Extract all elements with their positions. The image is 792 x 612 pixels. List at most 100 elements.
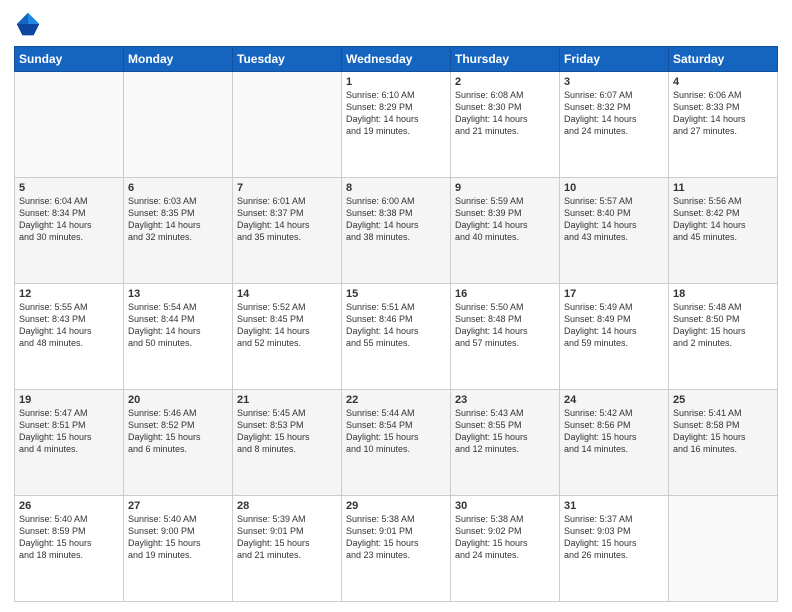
day-number: 23 (455, 394, 555, 406)
day-number: 9 (455, 182, 555, 194)
day-info: Sunrise: 5:54 AMSunset: 8:44 PMDaylight:… (128, 302, 201, 348)
page: Sunday Monday Tuesday Wednesday Thursday… (0, 0, 792, 612)
day-cell: 6 Sunrise: 6:03 AMSunset: 8:35 PMDaylight… (124, 178, 233, 284)
day-info: Sunrise: 6:06 AMSunset: 8:33 PMDaylight:… (673, 90, 746, 136)
day-cell: 11 Sunrise: 5:56 AMSunset: 8:42 PMDayligh… (669, 178, 778, 284)
day-number: 11 (673, 182, 773, 194)
col-tuesday: Tuesday (233, 47, 342, 72)
day-info: Sunrise: 6:04 AMSunset: 8:34 PMDaylight:… (19, 196, 92, 242)
day-info: Sunrise: 6:08 AMSunset: 8:30 PMDaylight:… (455, 90, 528, 136)
day-info: Sunrise: 5:45 AMSunset: 8:53 PMDaylight:… (237, 408, 310, 454)
day-info: Sunrise: 5:38 AMSunset: 9:02 PMDaylight:… (455, 514, 528, 560)
day-cell: 2 Sunrise: 6:08 AMSunset: 8:30 PMDaylight… (451, 72, 560, 178)
day-cell: 23 Sunrise: 5:43 AMSunset: 8:55 PMDayligh… (451, 390, 560, 496)
day-info: Sunrise: 5:40 AMSunset: 9:00 PMDaylight:… (128, 514, 201, 560)
day-number: 1 (346, 76, 446, 88)
day-cell: 30Sunrise: 5:38 AMSunset: 9:02 PMDayligh… (451, 496, 560, 602)
day-number: 28 (237, 500, 337, 512)
day-cell: 20 Sunrise: 5:46 AMSunset: 8:52 PMDayligh… (124, 390, 233, 496)
day-number: 24 (564, 394, 664, 406)
col-sunday: Sunday (15, 47, 124, 72)
day-info: Sunrise: 5:55 AMSunset: 8:43 PMDaylight:… (19, 302, 92, 348)
day-number: 4 (673, 76, 773, 88)
day-number: 20 (128, 394, 228, 406)
day-info: Sunrise: 6:00 AMSunset: 8:38 PMDaylight:… (346, 196, 419, 242)
day-number: 15 (346, 288, 446, 300)
col-thursday: Thursday (451, 47, 560, 72)
header-row: Sunday Monday Tuesday Wednesday Thursday… (15, 47, 778, 72)
week-row-5: 26Sunrise: 5:40 AMSunset: 8:59 PMDayligh… (15, 496, 778, 602)
day-info: Sunrise: 5:41 AMSunset: 8:58 PMDaylight:… (673, 408, 746, 454)
day-cell: 19 Sunrise: 5:47 AMSunset: 8:51 PMDayligh… (15, 390, 124, 496)
day-info: Sunrise: 5:38 AMSunset: 9:01 PMDaylight:… (346, 514, 419, 560)
week-row-4: 19 Sunrise: 5:47 AMSunset: 8:51 PMDayligh… (15, 390, 778, 496)
day-cell: 26Sunrise: 5:40 AMSunset: 8:59 PMDayligh… (15, 496, 124, 602)
day-number: 17 (564, 288, 664, 300)
day-number: 13 (128, 288, 228, 300)
logo-icon (14, 10, 42, 38)
day-cell: 27 Sunrise: 5:40 AMSunset: 9:00 PMDayligh… (124, 496, 233, 602)
day-number: 3 (564, 76, 664, 88)
day-number: 29 (346, 500, 446, 512)
day-cell: 13 Sunrise: 5:54 AMSunset: 8:44 PMDayligh… (124, 284, 233, 390)
day-cell: 5 Sunrise: 6:04 AMSunset: 8:34 PMDaylight… (15, 178, 124, 284)
day-number: 6 (128, 182, 228, 194)
day-number: 16 (455, 288, 555, 300)
calendar-table: Sunday Monday Tuesday Wednesday Thursday… (14, 46, 778, 602)
day-cell: 31Sunrise: 5:37 AMSunset: 9:03 PMDayligh… (560, 496, 669, 602)
day-info: Sunrise: 5:48 AMSunset: 8:50 PMDaylight:… (673, 302, 746, 348)
day-cell (669, 496, 778, 602)
day-number: 22 (346, 394, 446, 406)
day-info: Sunrise: 5:46 AMSunset: 8:52 PMDaylight:… (128, 408, 201, 454)
day-cell: 28 Sunrise: 5:39 AMSunset: 9:01 PMDayligh… (233, 496, 342, 602)
day-cell: 17 Sunrise: 5:49 AMSunset: 8:49 PMDayligh… (560, 284, 669, 390)
day-cell: 7Sunrise: 6:01 AMSunset: 8:37 PMDaylight… (233, 178, 342, 284)
day-cell: 4 Sunrise: 6:06 AMSunset: 8:33 PMDaylight… (669, 72, 778, 178)
day-cell (124, 72, 233, 178)
day-number: 5 (19, 182, 119, 194)
day-cell: 15 Sunrise: 5:51 AMSunset: 8:46 PMDayligh… (342, 284, 451, 390)
day-number: 31 (564, 500, 664, 512)
day-number: 12 (19, 288, 119, 300)
day-cell: 21Sunrise: 5:45 AMSunset: 8:53 PMDayligh… (233, 390, 342, 496)
week-row-1: 1 Sunrise: 6:10 AMSunset: 8:29 PMDaylight… (15, 72, 778, 178)
day-info: Sunrise: 6:10 AMSunset: 8:29 PMDaylight:… (346, 90, 419, 136)
day-cell: 1 Sunrise: 6:10 AMSunset: 8:29 PMDaylight… (342, 72, 451, 178)
day-cell: 18 Sunrise: 5:48 AMSunset: 8:50 PMDayligh… (669, 284, 778, 390)
day-cell: 10 Sunrise: 5:57 AMSunset: 8:40 PMDayligh… (560, 178, 669, 284)
day-info: Sunrise: 5:57 AMSunset: 8:40 PMDaylight:… (564, 196, 637, 242)
day-cell (15, 72, 124, 178)
week-row-3: 12 Sunrise: 5:55 AMSunset: 8:43 PMDayligh… (15, 284, 778, 390)
day-info: Sunrise: 5:40 AMSunset: 8:59 PMDaylight:… (19, 514, 92, 560)
day-info: Sunrise: 5:59 AMSunset: 8:39 PMDaylight:… (455, 196, 528, 242)
day-number: 19 (19, 394, 119, 406)
day-cell: 9 Sunrise: 5:59 AMSunset: 8:39 PMDaylight… (451, 178, 560, 284)
day-cell: 14Sunrise: 5:52 AMSunset: 8:45 PMDayligh… (233, 284, 342, 390)
col-saturday: Saturday (669, 47, 778, 72)
col-monday: Monday (124, 47, 233, 72)
week-row-2: 5 Sunrise: 6:04 AMSunset: 8:34 PMDaylight… (15, 178, 778, 284)
day-info: Sunrise: 5:43 AMSunset: 8:55 PMDaylight:… (455, 408, 528, 454)
day-info: Sunrise: 5:50 AMSunset: 8:48 PMDaylight:… (455, 302, 528, 348)
day-info: Sunrise: 5:47 AMSunset: 8:51 PMDaylight:… (19, 408, 92, 454)
day-number: 10 (564, 182, 664, 194)
day-info: Sunrise: 6:03 AMSunset: 8:35 PMDaylight:… (128, 196, 201, 242)
logo (14, 10, 46, 38)
day-cell: 3 Sunrise: 6:07 AMSunset: 8:32 PMDaylight… (560, 72, 669, 178)
day-info: Sunrise: 5:56 AMSunset: 8:42 PMDaylight:… (673, 196, 746, 242)
day-number: 8 (346, 182, 446, 194)
col-friday: Friday (560, 47, 669, 72)
day-number: 2 (455, 76, 555, 88)
day-info: Sunrise: 5:49 AMSunset: 8:49 PMDaylight:… (564, 302, 637, 348)
day-info: Sunrise: 5:52 AMSunset: 8:45 PMDaylight:… (237, 302, 310, 348)
day-info: Sunrise: 5:51 AMSunset: 8:46 PMDaylight:… (346, 302, 419, 348)
day-cell: 29 Sunrise: 5:38 AMSunset: 9:01 PMDayligh… (342, 496, 451, 602)
day-info: Sunrise: 5:39 AMSunset: 9:01 PMDaylight:… (237, 514, 310, 560)
day-info: Sunrise: 5:42 AMSunset: 8:56 PMDaylight:… (564, 408, 637, 454)
day-cell: 8 Sunrise: 6:00 AMSunset: 8:38 PMDaylight… (342, 178, 451, 284)
day-number: 7 (237, 182, 337, 194)
day-number: 18 (673, 288, 773, 300)
day-info: Sunrise: 6:07 AMSunset: 8:32 PMDaylight:… (564, 90, 637, 136)
day-number: 27 (128, 500, 228, 512)
day-cell: 24 Sunrise: 5:42 AMSunset: 8:56 PMDayligh… (560, 390, 669, 496)
